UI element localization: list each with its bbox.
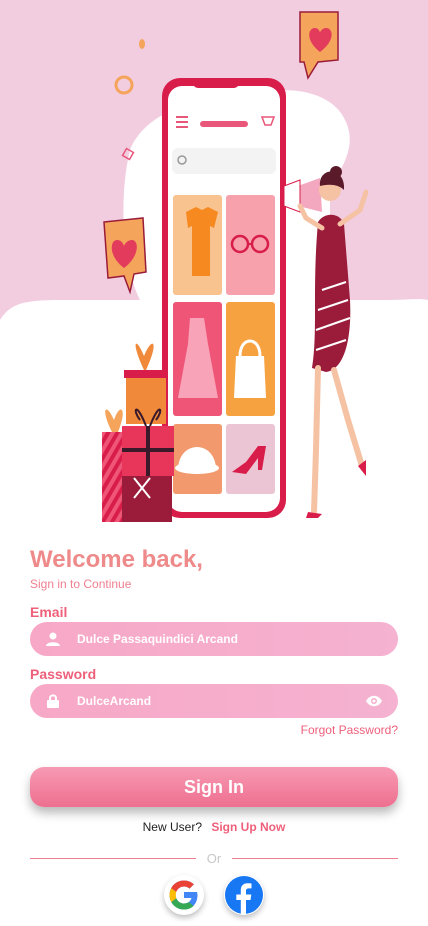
email-field-container: [30, 622, 398, 656]
password-field-container: [30, 684, 398, 718]
user-icon: [43, 629, 63, 649]
signup-prompt: New User? Sign Up Now: [0, 820, 428, 834]
hero-illustration: [0, 0, 428, 522]
forgot-password-link[interactable]: Forgot Password?: [301, 723, 398, 737]
google-icon: [169, 880, 198, 910]
sign-up-link[interactable]: Sign Up Now: [211, 820, 285, 834]
signup-prompt-text: New User?: [142, 820, 202, 834]
facebook-login-button[interactable]: [224, 875, 264, 915]
lock-icon: [43, 691, 63, 711]
sign-in-button[interactable]: Sign In: [30, 767, 398, 807]
facebook-icon: [225, 876, 263, 914]
or-divider-text: Or: [206, 851, 222, 866]
phone-illustration: [162, 78, 286, 518]
welcome-title: Welcome back,: [30, 546, 203, 573]
password-label: Password: [30, 666, 97, 682]
email-label: Email: [30, 604, 68, 620]
eye-icon[interactable]: [364, 691, 384, 711]
google-login-button[interactable]: [164, 875, 204, 915]
welcome-subtitle: Sign in to Continue: [30, 577, 132, 591]
email-field[interactable]: [77, 632, 398, 646]
gift-boxes-illustration: [102, 343, 174, 522]
password-field[interactable]: [77, 694, 364, 708]
